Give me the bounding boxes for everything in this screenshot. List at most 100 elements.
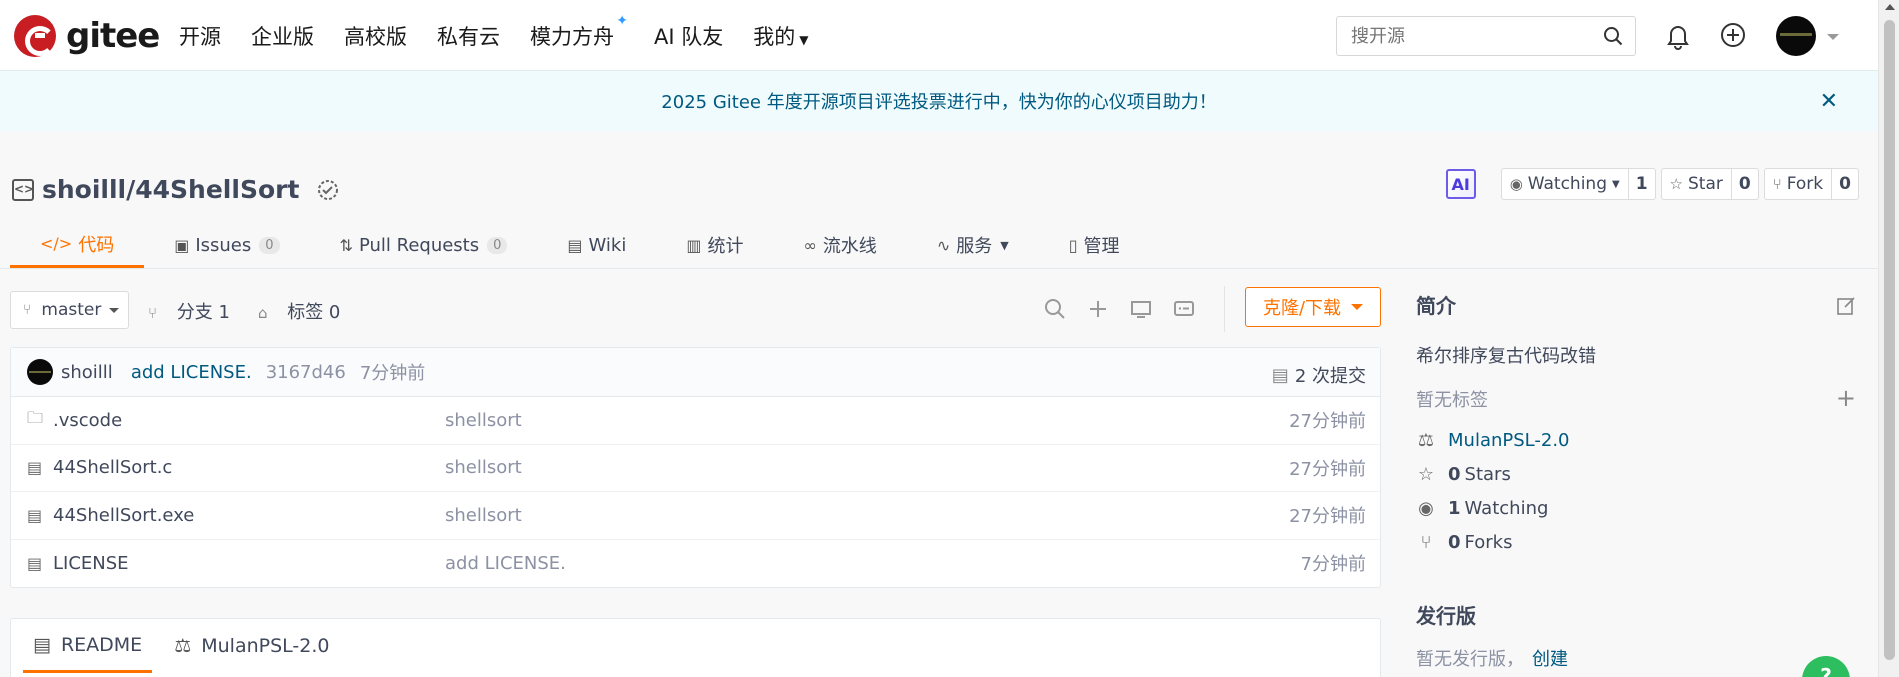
web-ide-icon[interactable] xyxy=(1128,296,1154,322)
forks-label: Forks xyxy=(1464,532,1513,553)
release-title: 发行版 xyxy=(1416,604,1476,628)
comment-icon[interactable] xyxy=(1171,296,1197,322)
edit-icon[interactable] xyxy=(1836,296,1856,316)
nav-link-open-source[interactable]: 开源 xyxy=(179,21,221,51)
branch-icon: ⑂ xyxy=(23,302,32,318)
forks-count: 0 xyxy=(1448,532,1461,553)
stars-item[interactable]: ☆ 0 Stars xyxy=(1416,464,1511,485)
tab-pull-requests[interactable]: ⇅ Pull Requests 0 xyxy=(310,222,538,268)
search-file-icon[interactable] xyxy=(1042,296,1068,322)
tab-readme[interactable]: ▤ README xyxy=(23,619,153,673)
watching-item[interactable]: ◉ 1 Watching xyxy=(1416,498,1548,519)
fork-icon: ⑂ xyxy=(1420,532,1432,553)
fork-count[interactable]: 0 xyxy=(1832,169,1858,199)
tab-pipeline[interactable]: ∞ 流水线 xyxy=(773,222,906,268)
tab-wiki-label: Wiki xyxy=(588,234,627,256)
branch-selector[interactable]: ⑂ master xyxy=(10,291,129,329)
file-table: shoilll add LICENSE. 3167d46 7分钟前 ▤ 2 次提交… xyxy=(10,347,1381,588)
table-row[interactable]: ▤ LICENSE add LICENSE. 7分钟前 xyxy=(11,540,1380,588)
commit-author-avatar[interactable] xyxy=(27,359,53,385)
table-row[interactable]: ▤ 44ShellSort.c shellsort 27分钟前 xyxy=(11,445,1380,492)
license-link[interactable]: MulanPSL-2.0 xyxy=(1448,430,1570,451)
nav-link-moli[interactable]: 模力方舟 ✦ xyxy=(530,13,628,51)
file-name-link[interactable]: ▤ 44ShellSort.c xyxy=(27,457,172,478)
file-commit-message[interactable]: shellsort xyxy=(445,457,522,478)
clone-download-button[interactable]: 克隆/下载 xyxy=(1245,287,1381,327)
create-release-link[interactable]: 创建 xyxy=(1532,649,1568,670)
commit-message[interactable]: add LICENSE. xyxy=(131,362,252,383)
star-button[interactable]: ☆ Star xyxy=(1662,169,1732,199)
gitee-logo-icon xyxy=(14,15,56,57)
fork-icon: ⑂ xyxy=(1772,175,1782,193)
nav-link-ai-teammate[interactable]: AI 队友 xyxy=(654,21,723,51)
branches-link[interactable]: ⑂ 分支 1 xyxy=(148,298,244,324)
tab-issues[interactable]: ▣ Issues 0 xyxy=(144,222,309,268)
banner-close-icon[interactable]: ✕ xyxy=(1820,89,1838,114)
readme-panel: ▤ README ⚖ MulanPSL-2.0 xyxy=(10,618,1381,677)
commit-hash[interactable]: 3167d46 xyxy=(266,362,346,383)
issues-icon: ▣ xyxy=(174,235,190,255)
tab-service[interactable]: ∿ 服务 ▼ xyxy=(907,222,1039,268)
watch-button-group: ◉ Watching ▼ 1 xyxy=(1500,168,1656,200)
add-tag-icon[interactable]: + xyxy=(1836,384,1856,412)
file-commit-message[interactable]: shellsort xyxy=(445,410,522,431)
file-name-link[interactable]: ▤ LICENSE xyxy=(27,553,129,574)
table-row[interactable]: 🗀 .vscode shellsort 27分钟前 xyxy=(11,397,1380,445)
forks-item[interactable]: ⑂ 0 Forks xyxy=(1416,532,1513,553)
gitee-logo[interactable]: gitee xyxy=(14,15,160,57)
tab-stats[interactable]: ▥ 统计 xyxy=(656,222,773,268)
file-name-link[interactable]: 🗀 .vscode xyxy=(27,407,122,434)
watch-count[interactable]: 1 xyxy=(1629,169,1655,199)
nav-link-enterprise[interactable]: 企业版 xyxy=(251,21,314,51)
file-commit-message[interactable]: add LICENSE. xyxy=(445,553,566,574)
issues-count: 0 xyxy=(259,236,280,254)
repo-name[interactable]: shoilll/44ShellSort xyxy=(42,175,299,204)
tab-code[interactable]: </> 代码 xyxy=(10,222,145,268)
sparkle-icon: ✦ xyxy=(616,12,628,29)
latest-commit-row: shoilll add LICENSE. 3167d46 7分钟前 ▤ 2 次提交 xyxy=(11,348,1380,397)
fork-button-group: ⑂ Fork 0 xyxy=(1763,168,1859,200)
manage-icon: ▯ xyxy=(1068,235,1078,255)
user-avatar[interactable] xyxy=(1776,16,1816,56)
create-plus-icon[interactable] xyxy=(1720,22,1746,48)
file-name-label: 44ShellSort.c xyxy=(53,457,173,479)
banner-text[interactable]: 2025 Gitee 年度开源项目评选投票进行中，快为你的心仪项目助力！ xyxy=(661,88,1216,114)
table-row[interactable]: ▤ 44ShellSort.exe shellsort 27分钟前 xyxy=(11,492,1380,540)
search-input[interactable] xyxy=(1337,17,1577,55)
readme-icon: ▤ xyxy=(33,633,51,656)
nav-link-private-cloud[interactable]: 私有云 xyxy=(437,21,500,51)
tab-wiki[interactable]: ▤ Wiki xyxy=(537,222,656,268)
announcement-banner: 2025 Gitee 年度开源项目评选投票进行中，快为你的心仪项目助力！ ✕ xyxy=(0,71,1878,131)
ai-assistant-button[interactable]: AI xyxy=(1445,169,1476,199)
file-commit-message[interactable]: shellsort xyxy=(445,505,522,526)
tab-manage[interactable]: ▯ 管理 xyxy=(1039,222,1150,268)
commit-count-link[interactable]: ▤ 2 次提交 xyxy=(1272,362,1366,388)
vertical-scrollbar[interactable] xyxy=(1878,0,1899,677)
nav-link-education[interactable]: 高校版 xyxy=(344,21,407,51)
commit-author[interactable]: shoilll xyxy=(61,362,113,383)
file-icon: ▤ xyxy=(27,458,43,478)
avatar-caret-icon[interactable] xyxy=(1827,34,1839,40)
fork-button[interactable]: ⑂ Fork xyxy=(1765,169,1833,199)
certified-badge-icon[interactable] xyxy=(315,177,341,203)
file-name-label: LICENSE xyxy=(53,552,129,574)
search-icon[interactable] xyxy=(1603,26,1623,46)
file-commit-time: 27分钟前 xyxy=(1289,411,1366,433)
star-count[interactable]: 0 xyxy=(1732,169,1758,199)
notification-bell-icon[interactable] xyxy=(1665,22,1691,50)
scroll-up-arrow-icon[interactable] xyxy=(1885,4,1895,10)
add-file-icon[interactable] xyxy=(1085,296,1111,322)
watch-button[interactable]: ◉ Watching ▼ xyxy=(1502,169,1629,199)
file-name-link[interactable]: ▤ 44ShellSort.exe xyxy=(27,505,194,526)
scroll-thumb[interactable] xyxy=(1884,20,1895,660)
file-icon: ▤ xyxy=(27,505,43,525)
repo-description: 希尔排序复古代码改错 xyxy=(1416,346,1596,367)
tab-license[interactable]: ⚖ MulanPSL-2.0 xyxy=(164,619,339,673)
license-item: ⚖ MulanPSL-2.0 xyxy=(1416,430,1570,451)
repo-code-icon: <> xyxy=(12,178,34,201)
nav-link-mine[interactable]: 我的 ▼ xyxy=(753,21,808,51)
tags-link[interactable]: ⌂ 标签 0 xyxy=(258,298,354,324)
no-release-text: 暂无发行版， xyxy=(1416,649,1524,670)
help-chat-icon[interactable]: ? xyxy=(1802,656,1850,677)
file-commit-time: 7分钟前 xyxy=(1300,554,1366,576)
